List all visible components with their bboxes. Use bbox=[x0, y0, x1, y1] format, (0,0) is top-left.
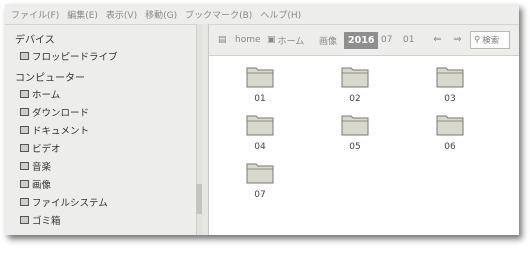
folder-label: 07 bbox=[254, 190, 266, 200]
folder-icon bbox=[20, 108, 29, 116]
folder-item[interactable]: 01 bbox=[235, 64, 285, 110]
search-placeholder: 検索 bbox=[482, 36, 500, 46]
sidebar: デバイス フロッピードライブ コンピューター ホーム ダウンロード ドキュメント… bbox=[5, 25, 198, 235]
sidebar-item-filesystem[interactable]: ファイルシステム bbox=[20, 194, 108, 210]
sidebar-item-label: 画像 bbox=[32, 180, 52, 191]
folder-view: 01 02 03 04 05 06 07 bbox=[209, 56, 519, 235]
folder-icon bbox=[20, 144, 29, 152]
sidebar-item-floppy[interactable]: フロッピードライブ bbox=[20, 48, 118, 64]
menu-bookmarks[interactable]: ブックマーク(B) bbox=[185, 8, 252, 21]
sidebar-item-videos[interactable]: ビデオ bbox=[20, 140, 61, 156]
breadcrumb-pictures[interactable]: 画像 bbox=[319, 25, 337, 55]
pane-splitter[interactable] bbox=[202, 24, 209, 235]
sidebar-item-label: 音楽 bbox=[32, 162, 52, 173]
folder-label: 02 bbox=[349, 94, 361, 104]
folder-item[interactable]: 07 bbox=[235, 160, 285, 206]
sidebar-item-home[interactable]: ホーム bbox=[20, 86, 60, 102]
breadcrumb-home[interactable]: home bbox=[235, 25, 261, 55]
menu-bar: ファイル(F) 編集(E) 表示(V) 移動(G) ブックマーク(B) ヘルプ(… bbox=[5, 4, 519, 25]
drive-icon bbox=[20, 198, 29, 206]
sidebar-item-label: ビデオ bbox=[32, 144, 61, 155]
folder-item[interactable]: 03 bbox=[425, 64, 475, 110]
home-folder-icon: ▣ bbox=[267, 35, 276, 45]
folder-icon bbox=[20, 126, 29, 134]
breadcrumb-01[interactable]: 01 bbox=[403, 25, 414, 55]
folder-label: 05 bbox=[349, 142, 361, 152]
folder-icon bbox=[436, 115, 464, 136]
sidebar-heading-computer: コンピューター bbox=[15, 73, 85, 84]
home-folder-icon bbox=[20, 90, 29, 98]
folder-icon bbox=[20, 162, 29, 170]
sidebar-item-music[interactable]: 音楽 bbox=[20, 158, 51, 174]
breadcrumb-2016[interactable]: 2016 bbox=[344, 32, 379, 49]
folder-item[interactable]: 04 bbox=[235, 112, 285, 158]
breadcrumb-home-folder[interactable]: ▣ ホーム bbox=[267, 25, 304, 55]
menu-file[interactable]: ファイル(F) bbox=[11, 8, 59, 21]
sidebar-item-documents[interactable]: ドキュメント bbox=[20, 122, 89, 138]
menu-help[interactable]: ヘルプ(H) bbox=[260, 8, 301, 21]
menu-view[interactable]: 表示(V) bbox=[106, 8, 137, 21]
trash-icon bbox=[20, 216, 29, 224]
search-icon: ⚲ bbox=[474, 35, 481, 45]
folder-label: 03 bbox=[444, 94, 456, 104]
folder-icon bbox=[341, 115, 369, 136]
sidebar-item-trash[interactable]: ゴミ箱 bbox=[20, 212, 61, 228]
folder-item[interactable]: 06 bbox=[425, 112, 475, 158]
sidebar-item-label: ダウンロード bbox=[32, 108, 90, 119]
floppy-drive-icon bbox=[20, 52, 29, 60]
folder-item[interactable]: 05 bbox=[330, 112, 380, 158]
folder-item[interactable]: 02 bbox=[330, 64, 380, 110]
folder-label: 04 bbox=[254, 142, 266, 152]
sidebar-item-label: ゴミ箱 bbox=[32, 216, 61, 227]
sidebar-item-label: ホーム bbox=[32, 90, 61, 101]
folder-icon bbox=[246, 163, 274, 184]
search-box[interactable]: ⚲ 検索 bbox=[470, 31, 510, 49]
toggle-location-icon[interactable]: ▤ bbox=[218, 25, 227, 55]
folder-icon bbox=[436, 67, 464, 88]
folder-label: 06 bbox=[444, 142, 456, 152]
folder-icon bbox=[20, 180, 29, 188]
breadcrumb-07[interactable]: 07 bbox=[381, 25, 392, 55]
sidebar-heading-devices: デバイス bbox=[15, 35, 55, 46]
folder-label: 01 bbox=[254, 94, 266, 104]
menu-go[interactable]: 移動(G) bbox=[145, 8, 177, 21]
folder-icon bbox=[246, 115, 274, 136]
breadcrumb-back-icon[interactable]: ⇐ bbox=[431, 32, 444, 47]
sidebar-item-label: ファイルシステム bbox=[32, 198, 108, 209]
file-manager-window: ファイル(F) 編集(E) 表示(V) 移動(G) ブックマーク(B) ヘルプ(… bbox=[5, 4, 519, 235]
menu-edit[interactable]: 編集(E) bbox=[67, 8, 98, 21]
folder-icon bbox=[341, 67, 369, 88]
location-toolbar: ▤ home ▣ ホーム 画像 2016 07 01 ⇐ ⇒ ⚲ 検索 bbox=[209, 25, 519, 56]
sidebar-item-label: ドキュメント bbox=[32, 126, 90, 137]
sidebar-item-label: フロッピードライブ bbox=[32, 52, 118, 63]
folder-icon bbox=[246, 67, 274, 88]
sidebar-item-pictures[interactable]: 画像 bbox=[20, 176, 51, 192]
breadcrumb-forward-icon[interactable]: ⇒ bbox=[451, 32, 464, 47]
sidebar-item-downloads[interactable]: ダウンロード bbox=[20, 104, 89, 120]
breadcrumb-label: ホーム bbox=[277, 36, 305, 47]
